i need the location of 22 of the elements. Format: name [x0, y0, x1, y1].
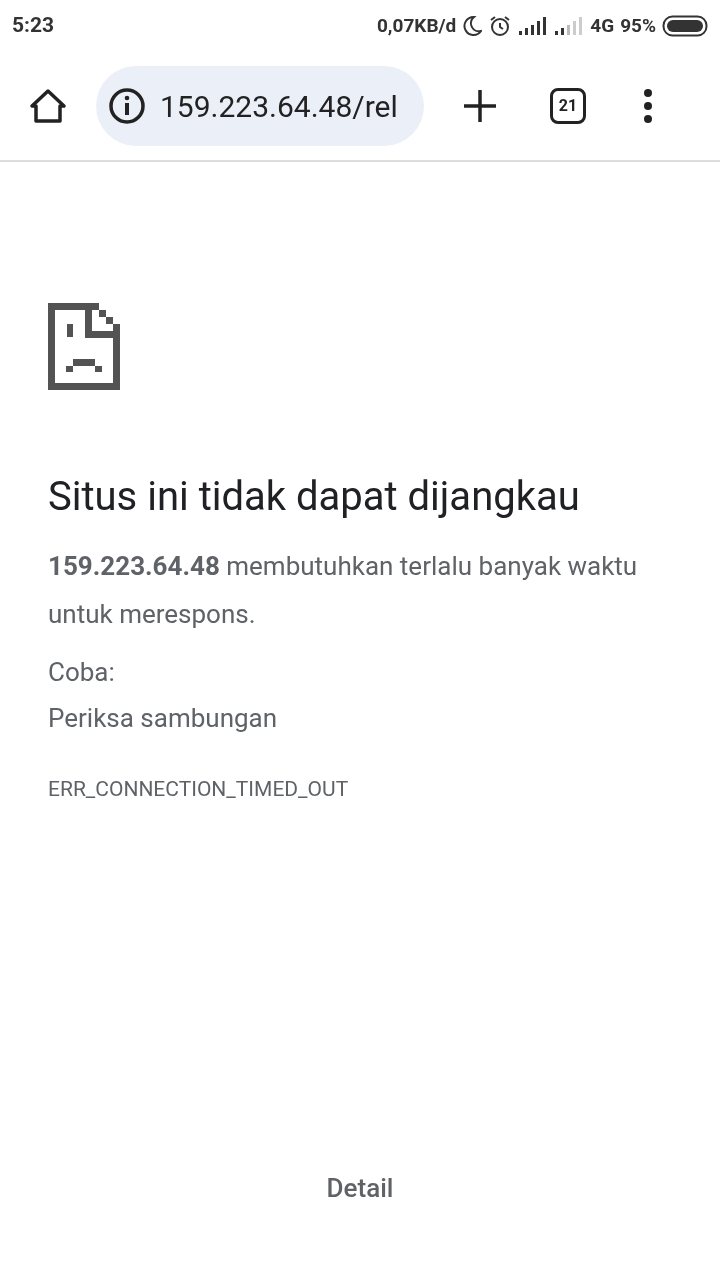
data-rate: 0,07KB/d — [376, 12, 457, 39]
signal-icon — [518, 16, 549, 36]
moon-icon — [462, 15, 483, 37]
address-bar[interactable]: 159.223.64.48/rel — [96, 66, 424, 146]
try-label: Coba: — [48, 656, 116, 689]
suggestion-text: Periksa sambungan — [48, 702, 279, 735]
tab-switcher-button[interactable]: 21 — [550, 88, 586, 124]
plus-icon — [463, 89, 497, 123]
sad-page-icon — [48, 303, 120, 390]
battery-percent: 95% — [620, 12, 656, 39]
info-icon — [108, 87, 146, 125]
error-code: ERR_CONNECTION_TIMED_OUT — [48, 776, 350, 803]
signal-icon — [554, 16, 585, 36]
more-vertical-icon — [643, 89, 653, 123]
network-type: 4G — [590, 12, 615, 39]
home-icon — [29, 88, 67, 124]
details-button[interactable]: Detail — [300, 1160, 420, 1216]
clock-time: 5:23 — [12, 12, 55, 40]
error-message: 159.223.64.48 membutuhkan terlalu banyak waktu untuk merespons. — [48, 550, 639, 631]
url-text: 159.223.64.48/rel — [160, 87, 398, 126]
error-title: Situs ini tidak dapat dijangkau — [48, 472, 581, 522]
battery-icon — [662, 15, 708, 37]
